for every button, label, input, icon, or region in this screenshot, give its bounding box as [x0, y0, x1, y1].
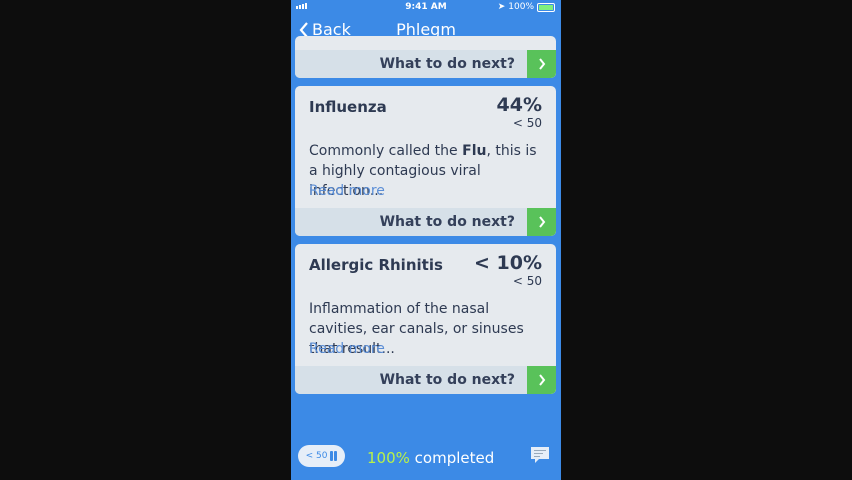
chat-icon[interactable]	[530, 446, 550, 464]
chevron-right-icon	[538, 374, 545, 386]
condition-name: Allergic Rhinitis	[309, 256, 443, 274]
progress-text: 100% completed	[367, 449, 494, 467]
what-next-label[interactable]: What to do next?	[380, 56, 515, 72]
condition-percent: 44%	[496, 94, 542, 116]
age-filter-label: < 50	[305, 451, 328, 461]
condition-name: Influenza	[309, 98, 387, 116]
what-next-button[interactable]	[527, 208, 556, 236]
age-group: < 50	[512, 116, 542, 130]
progress-label: completed	[414, 449, 495, 467]
battery-icon	[537, 2, 555, 12]
age-group: < 50	[512, 274, 542, 288]
what-next-label[interactable]: What to do next?	[380, 372, 515, 388]
read-more-link[interactable]: Read more	[309, 341, 385, 357]
what-next-label[interactable]: What to do next?	[380, 214, 515, 230]
condition-card: Influenza 44% < 50 Commonly called the F…	[295, 86, 556, 236]
bottom-bar: < 50 100% completed	[291, 440, 561, 480]
status-bar: 9:41 AM ➤ 100%	[291, 0, 561, 14]
what-next-button[interactable]	[527, 366, 556, 394]
chevron-right-icon	[538, 58, 545, 70]
card-footer: What to do next?	[295, 208, 556, 236]
what-next-button[interactable]	[527, 50, 556, 78]
condition-card: Allergic Rhinitis < 10% < 50 Inflammatio…	[295, 244, 556, 394]
chevron-right-icon	[538, 216, 545, 228]
location-icon: ➤	[497, 2, 506, 12]
age-filter-pill[interactable]: < 50	[298, 445, 345, 467]
condition-card: What to do next?	[295, 36, 556, 78]
progress-percent: 100%	[367, 449, 410, 467]
read-more-link[interactable]: Read more	[309, 183, 385, 199]
condition-percent: < 10%	[473, 252, 542, 274]
battery-percent: 100%	[508, 2, 534, 12]
phone-screen: 9:41 AM ➤ 100% Back Phlegm What to do ne…	[291, 0, 561, 480]
card-footer: What to do next?	[295, 366, 556, 394]
people-icon	[330, 451, 338, 461]
card-footer: What to do next?	[295, 50, 556, 78]
